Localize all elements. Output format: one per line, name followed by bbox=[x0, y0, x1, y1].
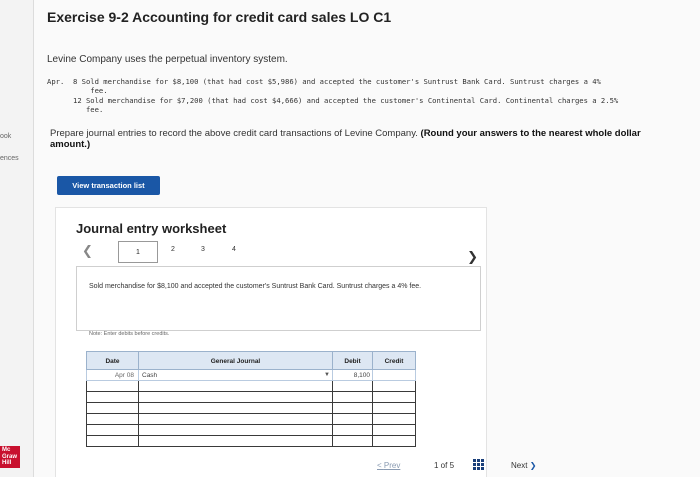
page-indicator: 1 of 5 bbox=[434, 461, 455, 470]
page-tab-4[interactable]: 4 bbox=[232, 246, 236, 253]
account-value: Cash bbox=[142, 371, 158, 379]
debit-input[interactable] bbox=[332, 435, 373, 447]
credit-input[interactable] bbox=[372, 413, 416, 425]
credit-input[interactable] bbox=[372, 380, 416, 392]
left-sidebar: ook ences Mc Graw Hill bbox=[0, 0, 34, 477]
page-tab-2[interactable]: 2 bbox=[171, 246, 175, 253]
table-row bbox=[86, 380, 416, 392]
transaction-description: Sold merchandise for $8,100 and accepted… bbox=[76, 266, 481, 331]
debit-input[interactable] bbox=[332, 391, 373, 403]
column-header-debit: Debit bbox=[332, 351, 373, 370]
exercise-title: Exercise 9-2 Accounting for credit card … bbox=[47, 9, 392, 25]
journal-entry-worksheet: Journal entry worksheet ❮ 1 2 3 4 ❯ Sold… bbox=[55, 207, 487, 477]
debit-input[interactable] bbox=[332, 380, 373, 392]
account-select[interactable] bbox=[138, 380, 333, 392]
chevron-right-icon: ❯ bbox=[529, 461, 537, 470]
account-select[interactable] bbox=[138, 413, 333, 425]
date-cell[interactable] bbox=[86, 402, 139, 414]
dropdown-arrow-icon[interactable]: ▼ bbox=[324, 372, 330, 378]
next-label: Next bbox=[511, 461, 528, 470]
prev-label: Prev bbox=[383, 461, 401, 470]
prev-button[interactable]: < Prev bbox=[377, 461, 400, 470]
grid-icon[interactable] bbox=[473, 459, 484, 470]
table-row bbox=[86, 402, 416, 414]
account-select[interactable] bbox=[138, 402, 333, 414]
column-header-credit: Credit bbox=[372, 351, 416, 370]
debit-input[interactable] bbox=[332, 413, 373, 425]
account-select[interactable] bbox=[138, 424, 333, 436]
table-row bbox=[86, 391, 416, 403]
credit-input[interactable] bbox=[372, 369, 416, 381]
journal-table: Date General Journal Debit Credit Apr 08… bbox=[86, 351, 416, 447]
credit-input[interactable] bbox=[372, 435, 416, 447]
sidebar-item-ebook[interactable]: ook bbox=[0, 133, 11, 140]
date-cell[interactable] bbox=[86, 413, 139, 425]
page-tab-3[interactable]: 3 bbox=[201, 246, 205, 253]
credit-input[interactable] bbox=[372, 391, 416, 403]
account-select[interactable]: Cash ▼ bbox=[138, 369, 333, 381]
credit-input[interactable] bbox=[372, 402, 416, 414]
account-select[interactable] bbox=[138, 435, 333, 447]
date-cell[interactable] bbox=[86, 391, 139, 403]
table-row bbox=[86, 413, 416, 425]
note-debits-before-credits: Note: Enter debits before credits. bbox=[89, 331, 170, 337]
entry-pager: ❮ 1 2 3 4 ❯ bbox=[76, 241, 478, 265]
mcgraw-hill-logo: Mc Graw Hill bbox=[0, 446, 20, 468]
column-header-date: Date bbox=[86, 351, 139, 370]
account-select[interactable] bbox=[138, 391, 333, 403]
debit-input[interactable]: 8,100 bbox=[332, 369, 373, 381]
table-row bbox=[86, 424, 416, 436]
date-cell[interactable]: Apr 08 bbox=[86, 369, 139, 381]
chevron-right-icon[interactable]: ❯ bbox=[467, 249, 478, 265]
next-button[interactable]: Next ❯ bbox=[511, 461, 536, 470]
instructions-text: Prepare journal entries to record the ab… bbox=[50, 128, 421, 139]
sidebar-item-references[interactable]: ences bbox=[0, 155, 19, 162]
instructions: Prepare journal entries to record the ab… bbox=[50, 128, 680, 150]
worksheet-title: Journal entry worksheet bbox=[76, 221, 227, 236]
table-row bbox=[86, 435, 416, 447]
transaction-apr-12: 12 Sold merchandise for $7,200 (that had… bbox=[73, 96, 619, 114]
debit-input[interactable] bbox=[332, 424, 373, 436]
page-tab-1[interactable]: 1 bbox=[118, 241, 158, 263]
column-header-general-journal: General Journal bbox=[138, 351, 333, 370]
date-cell[interactable] bbox=[86, 380, 139, 392]
table-row: Apr 08 Cash ▼ 8,100 bbox=[86, 369, 416, 381]
transaction-apr-8: Apr. 8 Sold merchandise for $8,100 (that… bbox=[47, 77, 601, 95]
chevron-left-icon[interactable]: ❮ bbox=[82, 243, 93, 259]
problem-intro: Levine Company uses the perpetual invent… bbox=[47, 54, 288, 65]
date-cell[interactable] bbox=[86, 424, 139, 436]
date-cell[interactable] bbox=[86, 435, 139, 447]
credit-input[interactable] bbox=[372, 424, 416, 436]
debit-input[interactable] bbox=[332, 402, 373, 414]
view-transaction-list-button[interactable]: View transaction list bbox=[57, 176, 160, 195]
